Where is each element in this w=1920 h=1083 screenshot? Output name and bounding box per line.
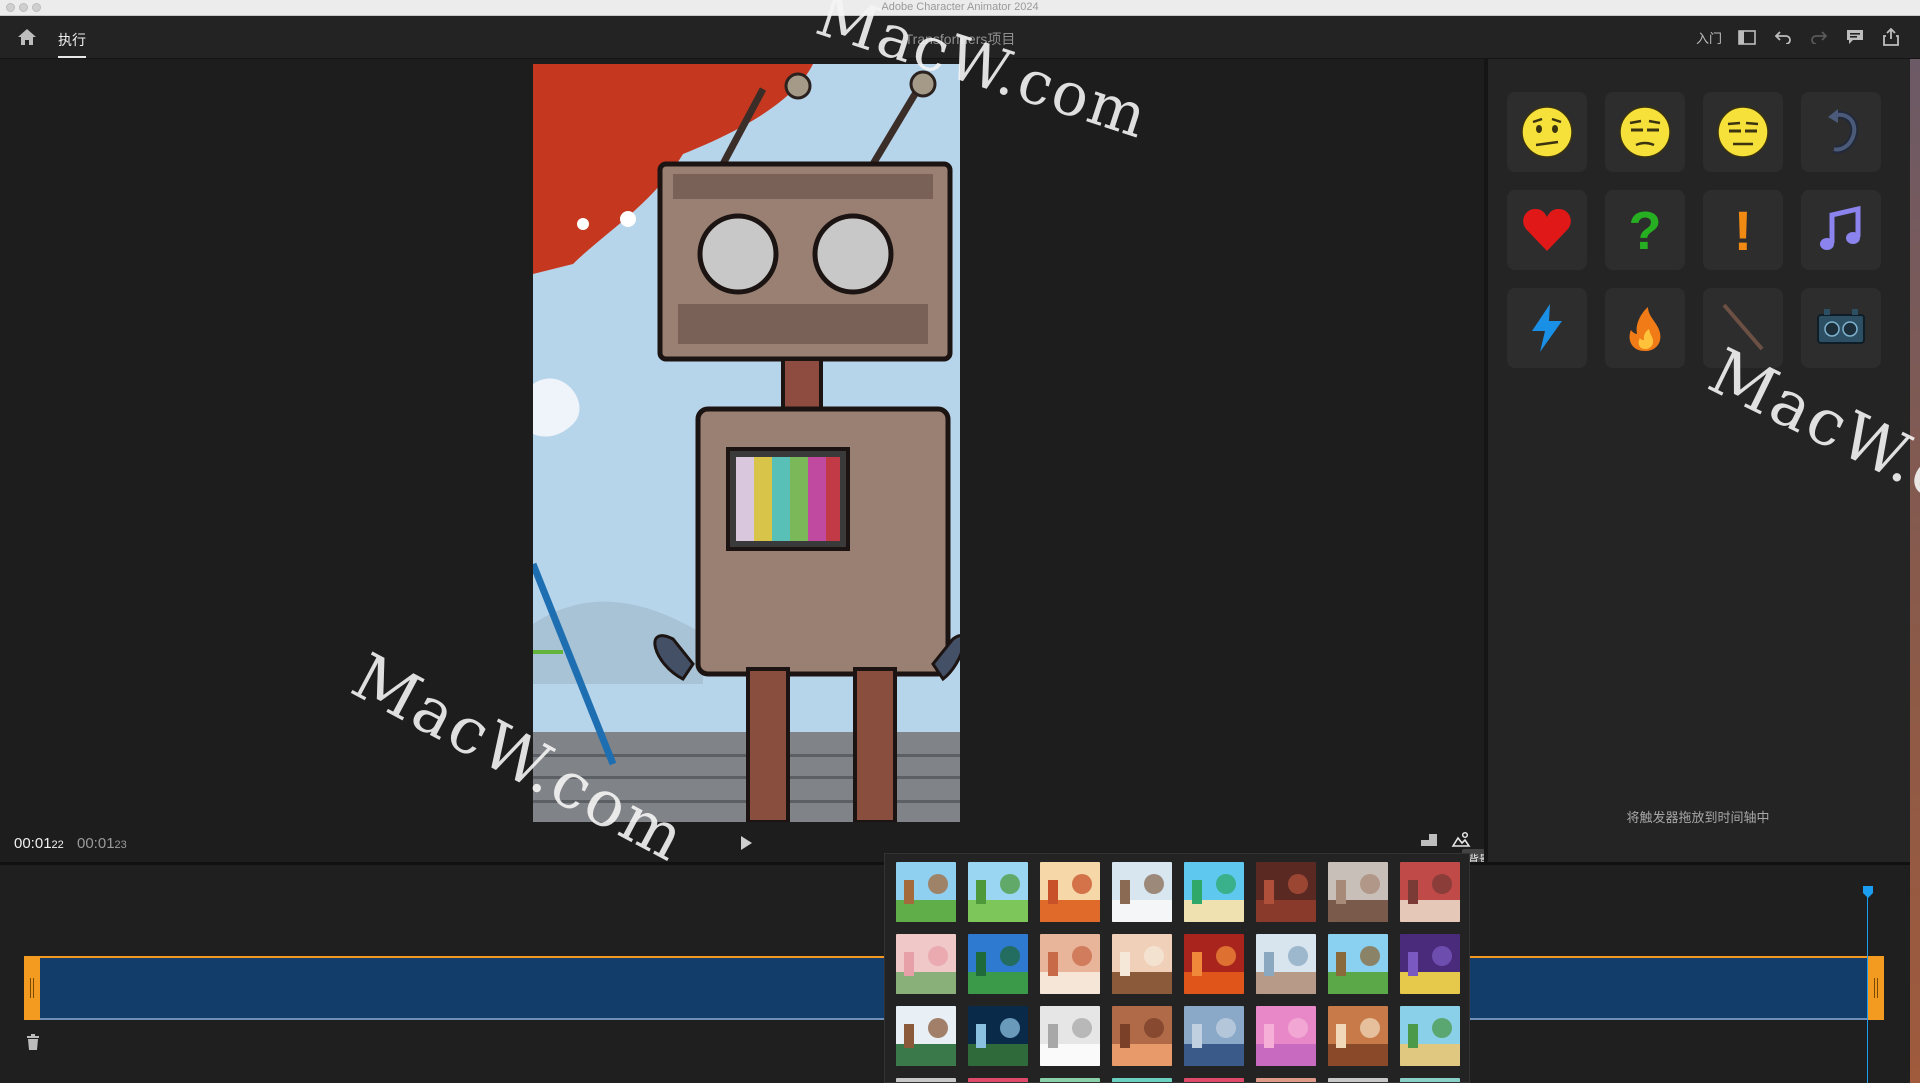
share-button[interactable] xyxy=(1880,26,1902,48)
trigger-stick[interactable] xyxy=(1703,288,1783,368)
current-timecode[interactable]: 00:0122 xyxy=(14,835,64,852)
background-thumb-white-studio[interactable] xyxy=(1040,1006,1100,1066)
trash-icon xyxy=(27,1034,39,1050)
redo-icon xyxy=(1811,31,1828,44)
background-thumb-stadium-lights[interactable] xyxy=(968,1006,1028,1066)
window-title: Adobe Character Animator 2024 xyxy=(881,1,1039,13)
desktop-wallpaper-edge xyxy=(1910,59,1920,1083)
trigger-loop[interactable] xyxy=(1801,92,1881,172)
background-thumb-brick-diner[interactable] xyxy=(1400,862,1460,922)
background-thumb-forest-path[interactable] xyxy=(896,862,956,922)
heart-icon xyxy=(1523,208,1571,251)
trigger-emoji-skeptical[interactable] xyxy=(1605,92,1685,172)
background-thumb-office-desk[interactable] xyxy=(1256,934,1316,994)
trigger-exclamation[interactable]: ! xyxy=(1703,190,1783,270)
triggers-panel xyxy=(1488,59,1920,862)
trigger-question[interactable]: ? xyxy=(1605,190,1685,270)
redo-button[interactable] xyxy=(1808,26,1830,48)
project-title: Transformers项目 xyxy=(904,31,1016,47)
chat-bubble-icon xyxy=(1847,30,1863,44)
steps-button[interactable] xyxy=(1418,828,1440,850)
steps-icon xyxy=(1421,834,1437,846)
background-thumb-purple-night-city[interactable] xyxy=(1400,934,1460,994)
share-icon xyxy=(1883,28,1899,46)
robot-character-scene xyxy=(533,64,960,822)
background-thumb-tropical-beach[interactable] xyxy=(1184,862,1244,922)
play-icon xyxy=(741,836,752,850)
loop-arrow-icon xyxy=(1828,109,1859,154)
lightning-icon xyxy=(1532,304,1562,352)
background-thumb-partial[interactable] xyxy=(896,1078,956,1082)
panel-layout-icon xyxy=(1738,29,1756,45)
background-thumb-partial[interactable] xyxy=(1184,1078,1244,1082)
exclamation-mark-icon: ! xyxy=(1734,203,1753,257)
feedback-button[interactable] xyxy=(1844,26,1866,48)
take-start-handle[interactable] xyxy=(24,956,40,1020)
background-picker-popup xyxy=(884,853,1470,1083)
playhead[interactable] xyxy=(1862,885,1874,899)
background-thumb-autumn-trees[interactable] xyxy=(1040,862,1100,922)
trigger-fire[interactable] xyxy=(1605,288,1685,368)
background-thumb-partial[interactable] xyxy=(1040,1078,1100,1082)
background-thumb-partial[interactable] xyxy=(968,1078,1028,1082)
delete-take-button[interactable] xyxy=(24,1033,42,1051)
trigger-emoji-unamused[interactable] xyxy=(1703,92,1783,172)
emoji-worried-icon xyxy=(1521,106,1573,158)
background-thumb-blue-city[interactable] xyxy=(1184,1006,1244,1066)
background-thumb-partial[interactable] xyxy=(1328,1078,1388,1082)
trigger-heart[interactable] xyxy=(1507,190,1587,270)
duration-timecode: 00:0123 xyxy=(77,835,127,852)
scene-canvas[interactable] xyxy=(533,64,960,822)
background-thumb-pink-valley[interactable] xyxy=(896,934,956,994)
window-titlebar: Adobe Character Animator 2024 xyxy=(0,0,1920,16)
header-toolbar: 执行 Transformers项目 入门 xyxy=(0,16,1920,59)
background-thumb-living-room-armchair[interactable] xyxy=(1112,934,1172,994)
robot-head-icon xyxy=(1817,309,1865,344)
learn-link[interactable]: 入门 xyxy=(1696,28,1722,47)
background-thumb-red-desert-sunset[interactable] xyxy=(1184,934,1244,994)
background-thumb-red-canyon[interactable] xyxy=(1256,862,1316,922)
background-thumb-door-room[interactable] xyxy=(1328,1006,1388,1066)
background-thumb-green-meadow[interactable] xyxy=(968,862,1028,922)
take-end-handle[interactable] xyxy=(1868,956,1884,1020)
emoji-skeptical-icon xyxy=(1619,106,1671,158)
music-note-icon xyxy=(1820,205,1861,250)
triggers-hint: 将触发器拖放到时间轴中 xyxy=(1626,810,1770,825)
background-thumb-pink-planet[interactable] xyxy=(1256,1006,1316,1066)
background-thumb-winter-trees[interactable] xyxy=(1112,862,1172,922)
undo-button[interactable] xyxy=(1772,26,1794,48)
play-button[interactable] xyxy=(736,833,756,853)
trigger-emoji-worried[interactable] xyxy=(1507,92,1587,172)
background-button[interactable] xyxy=(1450,828,1472,850)
question-mark-icon: ? xyxy=(1629,203,1662,257)
undo-icon xyxy=(1774,31,1791,44)
trigger-robot-head[interactable] xyxy=(1801,288,1881,368)
playhead-line xyxy=(1867,890,1868,1083)
background-thumb-wooden-room-arch[interactable] xyxy=(1112,1006,1172,1066)
background-thumb-park-trees[interactable] xyxy=(1328,934,1388,994)
background-icon xyxy=(1451,831,1471,847)
playhead-marker-icon xyxy=(1863,886,1873,898)
toggle-panels-button[interactable] xyxy=(1736,26,1758,48)
svg-text:?: ? xyxy=(1629,203,1662,257)
svg-text:!: ! xyxy=(1734,203,1753,257)
trigger-lightning[interactable] xyxy=(1507,288,1587,368)
background-thumb-blue-green-hills[interactable] xyxy=(968,934,1028,994)
background-thumb-city-street[interactable] xyxy=(1328,862,1388,922)
fire-icon xyxy=(1629,307,1661,351)
stick-icon xyxy=(1722,303,1764,351)
emoji-unamused-icon xyxy=(1717,106,1769,158)
background-thumb-partial[interactable] xyxy=(1400,1078,1460,1082)
background-thumb-partial[interactable] xyxy=(1112,1078,1172,1082)
background-thumb-yellow-desert-cactus[interactable] xyxy=(1400,1006,1460,1066)
trigger-music-note[interactable] xyxy=(1801,190,1881,270)
background-thumb-snowy-cabin[interactable] xyxy=(896,1006,956,1066)
background-thumb-living-room-frame[interactable] xyxy=(1040,934,1100,994)
background-thumb-partial[interactable] xyxy=(1256,1078,1316,1082)
